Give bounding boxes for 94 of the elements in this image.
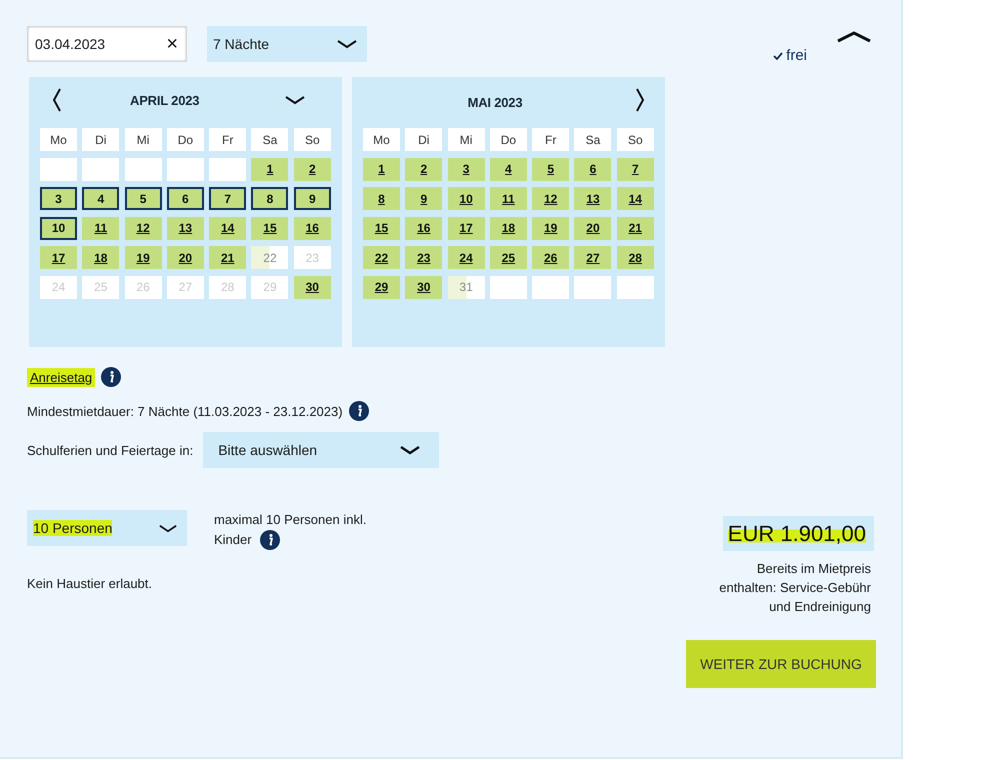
weekday-label: Do — [490, 128, 527, 151]
month-title: MAI 2023 — [466, 94, 524, 110]
calendar-day[interactable]: 14 — [209, 216, 246, 240]
calendar-day: 31 — [448, 276, 485, 298]
calendar-day[interactable]: 11 — [490, 187, 527, 210]
calendar-day[interactable]: 30 — [294, 276, 331, 298]
calendar-day[interactable]: 2 — [294, 158, 331, 180]
calendar-day[interactable]: 10 — [448, 187, 485, 210]
weekday-label: Fr — [209, 128, 246, 151]
persons-note: maximal 10 Personen inkl. — [214, 511, 366, 529]
booking-button[interactable]: WEITER ZUR BUCHUNG — [686, 640, 876, 688]
calendar-day[interactable]: 19 — [124, 246, 162, 269]
calendar-day[interactable]: 20 — [574, 216, 612, 240]
calendar-day[interactable]: 9 — [405, 187, 442, 210]
calendar-day[interactable]: 18 — [82, 246, 120, 269]
calendar-day[interactable]: 8 — [251, 187, 288, 210]
month-title: APRIL 2023 — [129, 92, 200, 108]
minimum-stay-text: Mindestmietdauer: 7 Nächte (11.03.2023 - 23.12.2023) — [27, 404, 343, 418]
weekday-label: Mi — [124, 128, 162, 151]
calendar-day[interactable]: 20 — [166, 246, 204, 269]
calendar-day: 22 — [251, 246, 288, 269]
calendar-day[interactable]: 9 — [294, 187, 331, 210]
calendar-day[interactable]: 8 — [363, 187, 400, 210]
nights-dropdown[interactable]: 7 Nächte — [207, 26, 367, 62]
calendar-day[interactable]: 1 — [363, 158, 400, 180]
calendar-day[interactable]: 3 — [40, 187, 77, 210]
previous-month-icon[interactable] — [52, 88, 62, 112]
calendar-day[interactable]: 17 — [448, 216, 485, 240]
calendar-day[interactable]: 27 — [574, 246, 612, 269]
calendar-day[interactable]: 13 — [574, 187, 612, 210]
check-icon — [773, 52, 784, 60]
persons-note: Kinder — [214, 531, 252, 549]
calendar-day[interactable]: 3 — [448, 158, 485, 180]
availability-text: frei — [786, 47, 807, 64]
calendar-day[interactable]: 17 — [40, 246, 77, 269]
weekday-label: Mi — [448, 128, 485, 151]
pets-text: Kein Haustier erlaubt. — [27, 576, 154, 591]
calendar-day[interactable]: 18 — [490, 216, 527, 240]
calendar-day[interactable]: 23 — [405, 246, 442, 269]
calendar-day[interactable]: 19 — [532, 216, 570, 240]
calendar-day[interactable]: 29 — [363, 276, 400, 298]
calendar-day[interactable]: 16 — [405, 216, 442, 240]
calendar-day[interactable]: 22 — [363, 246, 400, 269]
calendar-day[interactable]: 21 — [616, 216, 654, 240]
holidays-dropdown[interactable]: Bitte auswählen — [203, 432, 440, 468]
calendar-day[interactable]: 26 — [532, 246, 570, 269]
chevron-down-icon — [159, 524, 177, 532]
calendar-day[interactable]: 1 — [251, 158, 288, 180]
price-note: Bereits im Mietpreis enthalten: Service-Gebühr und Endreinigung — [718, 560, 871, 616]
info-icon[interactable] — [101, 367, 122, 387]
chevron-down-icon[interactable] — [285, 95, 305, 105]
calendar-day[interactable]: 11 — [82, 216, 120, 240]
clear-button[interactable]: × — [166, 34, 178, 54]
weekday-label: Mo — [363, 128, 400, 151]
holidays-label: Schulferien und Feiertage in: — [27, 442, 194, 458]
weekday-label: So — [294, 128, 331, 151]
calendar-day[interactable]: 12 — [124, 216, 162, 240]
calendar-day[interactable]: 30 — [405, 276, 442, 298]
weekday-label: Di — [405, 128, 442, 151]
calendar-day[interactable]: 21 — [209, 246, 246, 269]
next-month-icon[interactable] — [635, 88, 645, 112]
info-icon[interactable] — [260, 530, 280, 550]
calendar-day[interactable]: 12 — [532, 187, 570, 210]
date-field[interactable]: 03.04.2023 × — [27, 26, 187, 62]
calendar-day[interactable]: 15 — [251, 216, 288, 240]
weekday-label: Sa — [574, 128, 612, 151]
calendar-day[interactable]: 13 — [166, 216, 204, 240]
calendar-day[interactable]: 5 — [532, 158, 570, 180]
calendar-day[interactable]: 7 — [616, 158, 654, 180]
calendar-day[interactable]: 10 — [40, 216, 77, 240]
arrival-day-link[interactable]: Anreisetag — [27, 368, 96, 386]
calendar-day[interactable]: 25 — [490, 246, 527, 269]
persons-dropdown[interactable]: 10 Personen — [27, 510, 187, 546]
calendar-day[interactable]: 6 — [166, 187, 204, 210]
calendar-day[interactable]: 6 — [574, 158, 612, 180]
calendar-day[interactable]: 4 — [82, 187, 120, 210]
calendar-day[interactable]: 15 — [363, 216, 400, 240]
calendar-day[interactable]: 5 — [124, 187, 162, 210]
weekday-label: Di — [82, 128, 120, 151]
weekday-label: Sa — [251, 128, 288, 151]
calendar-day[interactable]: 4 — [490, 158, 527, 180]
calendar-day[interactable]: 7 — [209, 187, 246, 210]
weekday-label: Do — [166, 128, 204, 151]
calendar-day[interactable]: 24 — [448, 246, 485, 269]
weekday-label: So — [616, 128, 654, 151]
calendar-day[interactable]: 14 — [616, 187, 654, 210]
calendar-day[interactable]: 16 — [294, 216, 331, 240]
calendar-day[interactable]: 2 — [405, 158, 442, 180]
weekday-label: Mo — [40, 128, 77, 151]
calendar-day[interactable]: 28 — [616, 246, 654, 269]
weekday-label: Fr — [532, 128, 570, 151]
info-icon[interactable] — [348, 401, 369, 421]
collapse-icon[interactable] — [837, 31, 871, 43]
chevron-down-icon — [337, 39, 357, 49]
